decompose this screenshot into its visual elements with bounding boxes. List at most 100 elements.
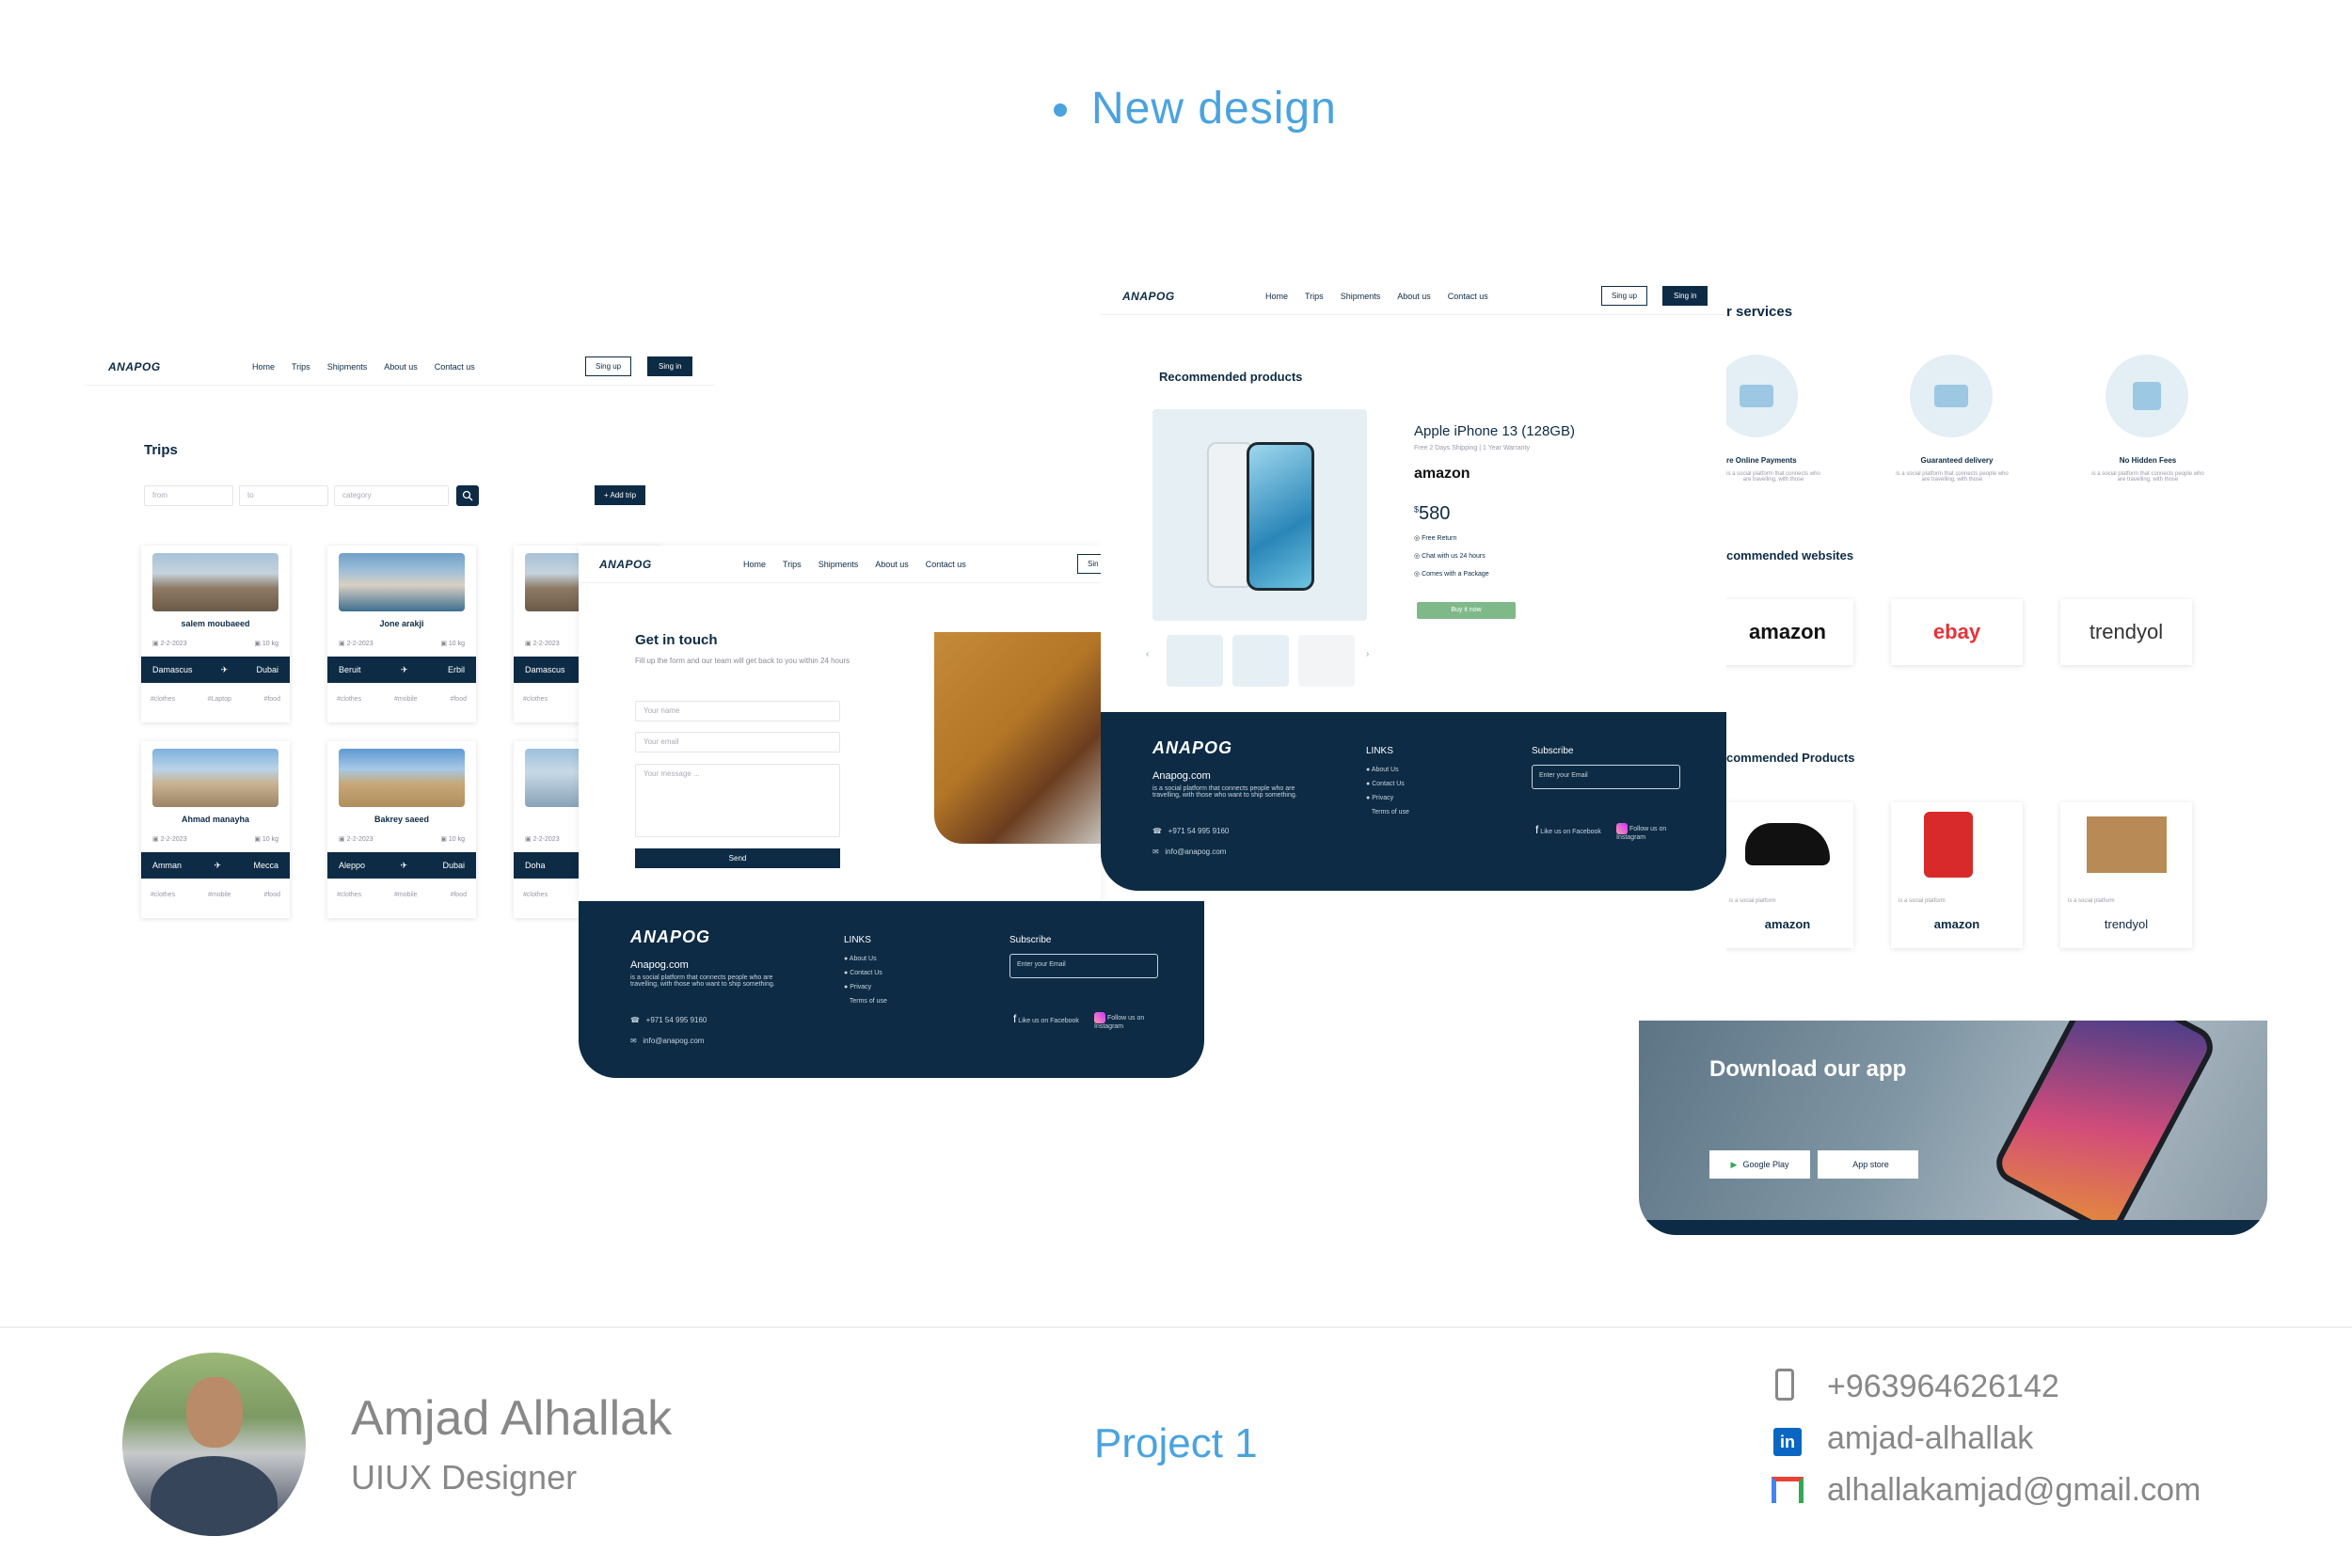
divider — [0, 1326, 2352, 1328]
signin-button[interactable]: Sing in — [647, 356, 693, 376]
nav-shipments[interactable]: Shipments — [818, 560, 859, 569]
thumbnail[interactable] — [1298, 635, 1355, 687]
signup-button[interactable]: Sing up — [585, 356, 632, 376]
amazon-card[interactable]: amazon — [1726, 599, 1853, 665]
category-select[interactable]: category — [334, 485, 449, 506]
payment-icon — [1726, 355, 1798, 437]
nav-trips[interactable]: Trips — [783, 560, 802, 569]
link-contact[interactable]: ● Contact Us — [1366, 777, 1409, 791]
subscribe-title: Subscribe — [1532, 746, 1574, 756]
message-input[interactable]: Your message ... — [635, 764, 840, 837]
traveler-name: Bakrey saeed — [373, 815, 430, 824]
add-trip-button[interactable]: + Add trip — [595, 485, 646, 505]
product-features: ◎ Free Return ◎ Chat with us 24 hours ◎ … — [1414, 535, 1489, 578]
service-desc: is a social platform that connects who a… — [1726, 471, 1820, 483]
product-card[interactable]: is a social platform amazon — [1891, 802, 2023, 948]
subscribe-input[interactable]: Enter your Email — [1532, 765, 1680, 789]
nav-contact[interactable]: Contact us — [435, 362, 475, 372]
link-terms[interactable]: Terms of use — [1366, 805, 1409, 819]
nav-trips[interactable]: Trips — [1305, 292, 1324, 301]
shoe-image — [1745, 823, 1830, 865]
trip-card[interactable]: salem moubaeed ▣ 2-2-2023 ▣ 10 kg Damasc… — [141, 546, 290, 722]
google-play-button[interactable]: ▶ Google Play — [1709, 1150, 1810, 1179]
logo[interactable]: ANAPOG — [108, 360, 161, 373]
instagram-link[interactable]: Follow us on Instagram — [1616, 823, 1687, 841]
nav-contact[interactable]: Contact us — [1448, 292, 1488, 301]
search-button[interactable] — [456, 485, 479, 506]
logo[interactable]: ANAPOG — [599, 558, 652, 571]
footer-email: ✉ info@anapog.com — [1152, 847, 1227, 856]
google-play-icon: ▶ — [1730, 1159, 1738, 1169]
phone-icon — [1775, 1369, 1794, 1401]
city-image — [152, 553, 278, 611]
instagram-link[interactable]: Follow us on Instagram — [1094, 1012, 1165, 1030]
name-input[interactable]: Your name — [635, 701, 840, 721]
contact-footer: ANAPOG Anapog.com is a social platform t… — [579, 901, 1204, 1078]
products-title: commended Products — [1726, 751, 1855, 765]
product-card[interactable]: is a social platform trendyol — [2060, 802, 2192, 948]
footer-site: Anapog.com — [1152, 770, 1211, 782]
nav-about[interactable]: About us — [875, 560, 909, 569]
link-terms[interactable]: Terms of use — [844, 994, 887, 1008]
trip-card[interactable]: Bakrey saeed ▣ 2-2-2023 ▣ 10 kg Aleppo ✈ D… — [327, 741, 476, 918]
footer-logo: ANAPOG — [630, 927, 711, 946]
trip-card[interactable]: Ahmad manayha ▣ 2-2-2023 ▣ 10 kg Amman ✈ M… — [141, 741, 290, 918]
nav-trips[interactable]: Trips — [292, 362, 310, 372]
trip-tags: #clothes #Laptop #food — [151, 696, 280, 703]
trendyol-card[interactable]: trendyol — [2060, 599, 2192, 665]
footer-tagline: is a social platform that connects peopl… — [630, 974, 775, 988]
email-input[interactable]: Your email — [635, 732, 840, 752]
facebook-link[interactable]: f Like us on Facebook — [1535, 823, 1601, 836]
link-privacy[interactable]: ● Privacy — [844, 980, 887, 994]
project-label: Project 1 — [1094, 1420, 1258, 1466]
signin-button[interactable]: Sing in — [1662, 286, 1708, 306]
recommended-title: Recommended products — [1159, 370, 1303, 384]
from-input[interactable]: from — [144, 485, 233, 506]
link-privacy[interactable]: ● Privacy — [1366, 791, 1409, 805]
plane-icon: ✈ — [400, 664, 408, 674]
nav-shipments[interactable]: Shipments — [327, 362, 368, 372]
nav-contact[interactable]: Contact us — [926, 560, 966, 569]
nav-about[interactable]: About us — [384, 362, 418, 372]
service-label: Guaranteed delivery — [1920, 456, 1994, 465]
buy-now-button[interactable]: Buy it now — [1417, 602, 1516, 619]
gmail-icon — [1772, 1477, 1804, 1503]
product-card[interactable]: is a social platform amazon — [1726, 802, 1853, 948]
nav-about[interactable]: About us — [1397, 292, 1431, 301]
link-about[interactable]: ● About Us — [844, 952, 887, 966]
trip-route: Beruit ✈ Erbil — [327, 657, 476, 683]
product-name: Apple iPhone 13 (128GB) — [1414, 423, 1575, 439]
thumb-prev-icon[interactable]: ‹ — [1146, 649, 1149, 659]
footer-phone: ☎ +971 54 995 9160 — [1152, 827, 1230, 835]
laptop-photo — [934, 632, 1101, 844]
footer-tagline: is a social platform that connects peopl… — [1152, 785, 1297, 799]
link-about[interactable]: ● About Us — [1366, 763, 1409, 777]
nav-home[interactable]: Home — [252, 362, 275, 372]
facebook-link[interactable]: f Like us on Facebook — [1013, 1012, 1079, 1025]
download-app-banner: Download our app ▶ Google Play App store — [1639, 1021, 2267, 1235]
thumbnail[interactable] — [1167, 635, 1223, 687]
thumbnail[interactable] — [1232, 635, 1289, 687]
send-button[interactable]: Send — [635, 848, 840, 868]
trips-nav: ANAPOG Home Trips Shipments About us Con… — [85, 348, 715, 386]
city-image — [339, 749, 465, 807]
logo[interactable]: ANAPOG — [1122, 290, 1175, 303]
trip-card[interactable]: Jone arakji ▣ 2-2-2023 ▣ 10 kg Beruit ✈ Er… — [327, 546, 476, 722]
app-title: Download our app — [1709, 1056, 1907, 1082]
nav-home[interactable]: Home — [743, 560, 766, 569]
to-input[interactable]: to — [239, 485, 328, 506]
app-store-button[interactable]: App store — [1818, 1150, 1918, 1179]
trip-weight: ▣ 10 kg — [440, 836, 465, 843]
nav-shipments[interactable]: Shipments — [1341, 292, 1381, 301]
link-contact[interactable]: ● Contact Us — [844, 966, 887, 980]
city-image — [339, 553, 465, 611]
ebay-card[interactable]: ebay — [1891, 599, 2023, 665]
product-subtitle: Free 2 Days Shipping | 1 Year Warranty — [1414, 445, 1530, 451]
nav-home[interactable]: Home — [1265, 292, 1288, 301]
trip-tags: #clothes #mobile #food — [337, 696, 467, 703]
signup-button[interactable]: Sing up — [1601, 286, 1648, 306]
subscribe-input[interactable]: Enter your Email — [1009, 954, 1158, 978]
thumb-next-icon[interactable]: › — [1366, 649, 1369, 659]
product-panel: ANAPOG Home Trips Shipments About us Con… — [1101, 277, 1726, 720]
signin-button-cut[interactable]: Sin — [1077, 554, 1101, 574]
